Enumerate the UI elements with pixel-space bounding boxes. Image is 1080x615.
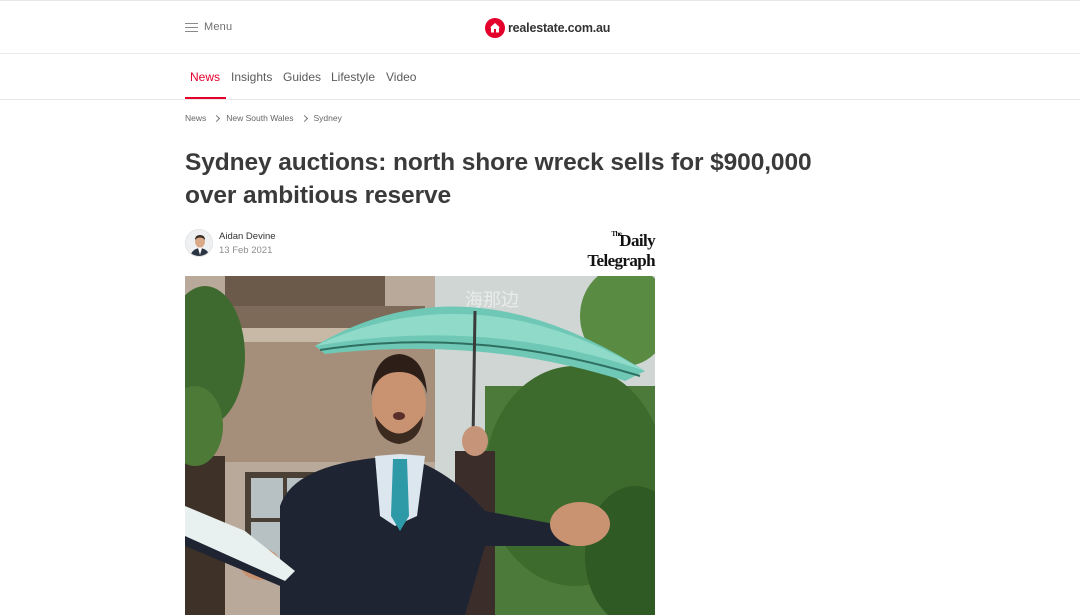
article-headline: Sydney auctions: north shore wreck sells… — [185, 146, 865, 212]
publisher-prefix: The — [611, 230, 622, 238]
breadcrumb-new-south-wales[interactable]: New South Wales — [226, 113, 293, 123]
tab-news[interactable]: News — [190, 70, 220, 84]
hero-image: 海那边 — [185, 276, 655, 615]
headline-line-1: Sydney auctions: north shore wreck sells… — [185, 149, 812, 176]
tab-lifestyle[interactable]: Lifestyle — [331, 70, 375, 84]
site-logo[interactable]: realestate.com.au — [485, 17, 610, 39]
article-byline: Aidan Devine 13 Feb 2021 TheDaily Telegr… — [185, 229, 656, 270]
tab-guides[interactable]: Guides — [283, 70, 321, 84]
chevron-right-icon — [213, 114, 221, 122]
breadcrumb: News New South Wales Sydney — [185, 112, 342, 124]
watermark-text: 海那边 — [465, 290, 519, 311]
publisher-name: Daily Telegraph — [587, 231, 655, 270]
publisher-logo: TheDaily Telegraph — [541, 230, 655, 271]
tab-insights[interactable]: Insights — [231, 70, 272, 84]
author-name[interactable]: Aidan Devine — [219, 231, 276, 242]
headline-line-2: over ambitious reserve — [185, 182, 452, 209]
logo-text: realestate.com.au — [508, 21, 611, 35]
chevron-right-icon — [300, 114, 308, 122]
author-avatar[interactable] — [185, 229, 213, 257]
publish-date: 13 Feb 2021 — [219, 245, 273, 256]
breadcrumb-news[interactable]: News — [185, 113, 206, 123]
menu-label: Menu — [204, 21, 233, 33]
tab-video[interactable]: Video — [386, 70, 416, 84]
active-tab-indicator — [185, 97, 226, 99]
section-nav: News Insights Guides Lifestyle Video — [0, 54, 1080, 100]
house-logo-icon — [485, 18, 505, 38]
hamburger-icon — [185, 22, 198, 32]
breadcrumb-sydney[interactable]: Sydney — [314, 113, 342, 123]
site-header: Menu realestate.com.au — [0, 0, 1080, 54]
menu-button[interactable]: Menu — [185, 19, 232, 35]
